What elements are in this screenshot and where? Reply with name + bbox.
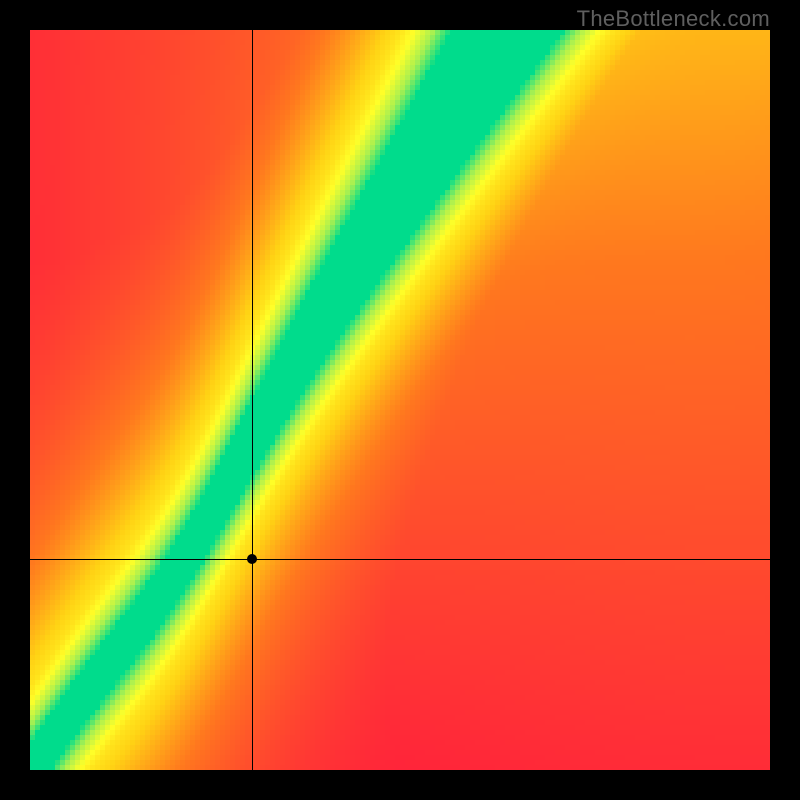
crosshair-vertical [252, 30, 253, 770]
watermark-text: TheBottleneck.com [577, 6, 770, 32]
crosshair-horizontal [30, 559, 770, 560]
heatmap-plot [30, 30, 770, 770]
data-point-marker [247, 554, 257, 564]
heatmap-canvas [30, 30, 770, 770]
